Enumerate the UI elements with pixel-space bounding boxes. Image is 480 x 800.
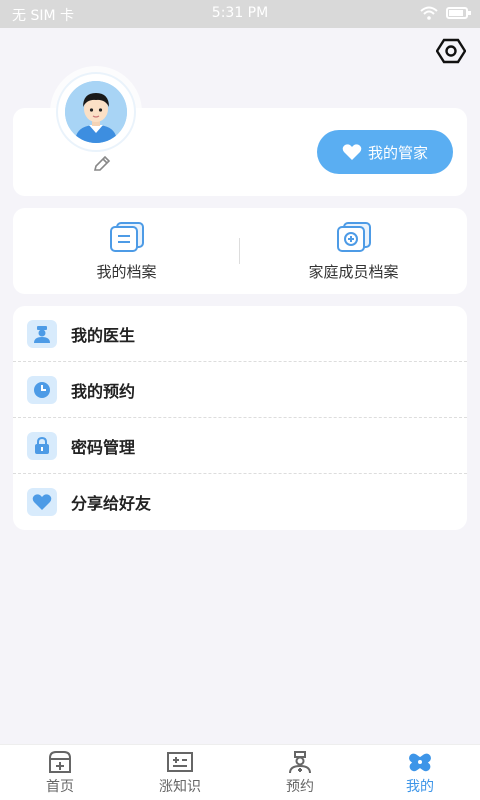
bandage-icon [409,753,431,771]
my-archive-label: 我的档案 [96,262,157,281]
menu-item-my-doctor[interactable]: 我的医生 [13,306,467,362]
document-stack-icon [109,221,144,252]
family-archive-label: 家庭成员档案 [308,262,399,281]
family-archive-button[interactable]: 家庭成员档案 [240,208,467,294]
settings-button[interactable] [435,36,467,66]
status-time: 5:31 PM [211,5,269,21]
medical-stack-icon [336,221,371,252]
avatar-container[interactable] [54,72,138,152]
doctor-icon [289,750,311,773]
battery-icon [446,7,471,19]
archive-divider [239,238,240,264]
doctor-icon [27,319,57,348]
knowledge-icon [167,751,193,772]
avatar-boy-icon [65,81,127,143]
tab-knowledge[interactable]: 涨知识 [120,745,240,800]
menu-item-label: 我的预约 [71,381,136,401]
menu-item-my-appointment[interactable]: 我的预约 [13,362,467,418]
my-butler-label: 我的管家 [367,143,428,162]
tab-label: 我的 [406,778,434,795]
tab-label: 首页 [46,778,74,795]
wifi-icon [420,6,438,20]
gear-icon [435,38,467,64]
bottom-tab-bar: 首页 涨知识 预约 我的 [0,744,480,800]
status-bar: 无 SIM 卡 5:31 PM [0,0,480,28]
hospital-icon [49,750,71,773]
menu-item-label: 我的医生 [71,325,136,345]
my-archive-button[interactable]: 我的档案 [13,208,240,294]
menu-item-label: 密码管理 [71,437,136,457]
avatar[interactable] [65,81,127,143]
tab-label: 涨知识 [159,778,201,795]
menu-card: 我的医生 我的预约 密码管理 分享给好友 [13,306,467,530]
my-butler-button[interactable]: 我的管家 [317,130,453,174]
heart-icon [342,144,362,160]
edit-profile-button[interactable] [91,153,113,175]
tab-home[interactable]: 首页 [0,745,120,800]
menu-item-label: 分享给好友 [71,494,152,513]
status-icons [420,6,471,20]
heart-icon [27,488,57,516]
archive-card: 我的档案 家庭成员档案 [13,208,467,294]
menu-item-share[interactable]: 分享给好友 [13,474,467,530]
tab-label: 预约 [286,778,314,795]
clock-icon [27,375,57,404]
tab-mine[interactable]: 我的 [360,745,480,800]
lock-icon [27,431,57,460]
menu-item-password[interactable]: 密码管理 [13,418,467,474]
tab-appointment[interactable]: 预约 [240,745,360,800]
pencil-icon [93,155,111,171]
